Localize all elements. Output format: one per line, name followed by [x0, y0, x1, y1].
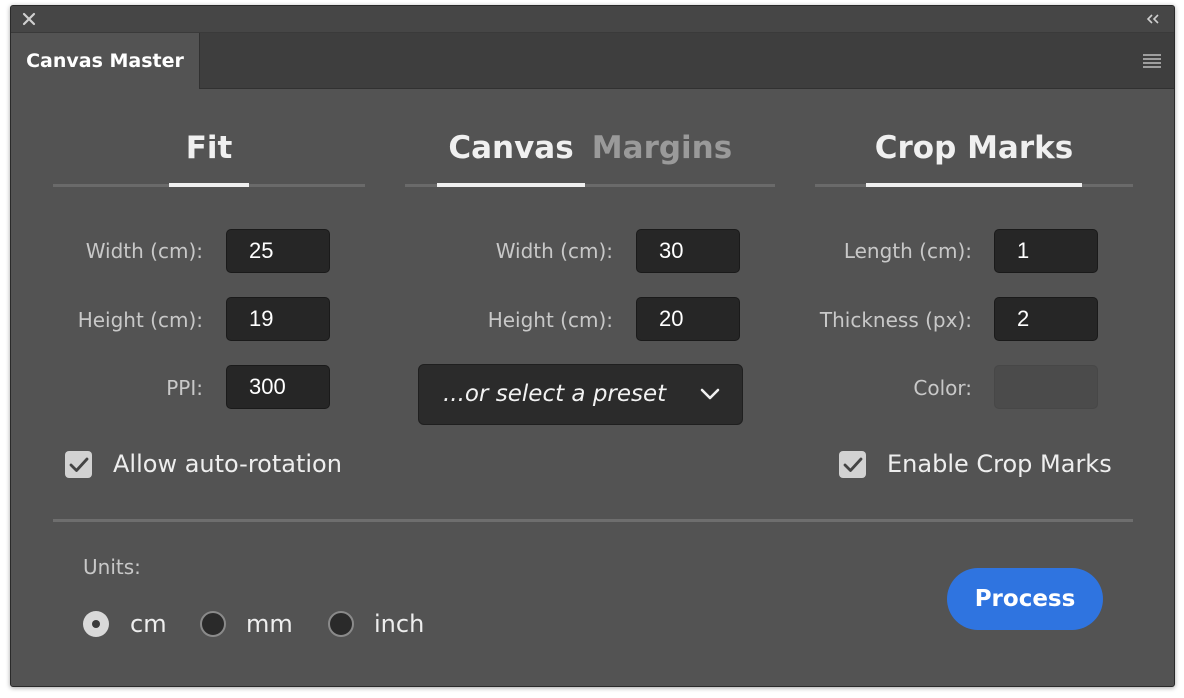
units-radio-mm[interactable]: [200, 611, 226, 637]
tab-crop-marks[interactable]: Crop Marks: [866, 128, 1082, 168]
preset-dropdown-text: ...or select a preset: [443, 381, 667, 407]
close-icon[interactable]: [21, 11, 37, 27]
section-divider: [53, 519, 1133, 522]
double-chevron-left-icon[interactable]: [1144, 11, 1162, 27]
units-label: Units:: [83, 555, 141, 579]
canvas-height-input[interactable]: 20: [636, 297, 740, 341]
checkmark-icon: [69, 457, 89, 472]
crop-color-swatch[interactable]: [994, 365, 1098, 409]
units-radio-inch[interactable]: [328, 611, 354, 637]
canvas-width-label: Width (cm):: [495, 239, 613, 263]
fit-ppi-input[interactable]: 300: [226, 365, 330, 409]
tab-canvas[interactable]: Canvas: [437, 128, 585, 168]
crop-tab-indicator: [866, 183, 1082, 187]
auto-rotation-label: Allow auto-rotation: [113, 450, 342, 478]
panel-window: Canvas Master Fit Width (cm): 25 Height …: [10, 5, 1175, 687]
units-radio-inch-label: inch: [374, 610, 425, 638]
checkmark-icon: [843, 457, 863, 472]
tab-fit[interactable]: Fit: [149, 128, 269, 168]
enable-crop-marks-checkbox[interactable]: [839, 451, 866, 478]
fit-height-label: Height (cm):: [77, 308, 203, 332]
panel-tab-strip: Canvas Master: [11, 33, 1174, 89]
crop-thickness-label: Thickness (px):: [819, 308, 972, 332]
canvas-height-label: Height (cm):: [487, 308, 613, 332]
units-radio-cm[interactable]: [83, 611, 109, 637]
canvas-tab-indicator: [437, 183, 585, 187]
crop-thickness-input[interactable]: 2: [994, 297, 1098, 341]
hamburger-menu-icon[interactable]: [1142, 53, 1162, 69]
preset-dropdown[interactable]: ...or select a preset: [418, 364, 743, 425]
crop-length-label: Length (cm):: [843, 239, 972, 263]
fit-width-input[interactable]: 25: [226, 229, 330, 273]
fit-ppi-label: PPI:: [166, 376, 203, 400]
title-bar: [11, 6, 1174, 33]
process-button[interactable]: Process: [947, 568, 1103, 630]
fit-width-label: Width (cm):: [85, 239, 203, 263]
fit-tab-indicator: [169, 183, 249, 187]
auto-rotation-checkbox[interactable]: [65, 451, 92, 478]
crop-length-input[interactable]: 1: [994, 229, 1098, 273]
enable-crop-marks-label: Enable Crop Marks: [887, 450, 1112, 478]
units-radio-cm-label: cm: [130, 610, 167, 638]
panel-tab-label: Canvas Master: [26, 50, 184, 72]
fit-height-input[interactable]: 19: [226, 297, 330, 341]
panel-tab-canvas-master[interactable]: Canvas Master: [11, 33, 200, 89]
chevron-down-icon: [700, 388, 720, 400]
units-radio-mm-label: mm: [246, 610, 293, 638]
crop-color-label: Color:: [913, 376, 972, 400]
canvas-width-input[interactable]: 30: [636, 229, 740, 273]
tab-margins[interactable]: Margins: [585, 128, 739, 168]
